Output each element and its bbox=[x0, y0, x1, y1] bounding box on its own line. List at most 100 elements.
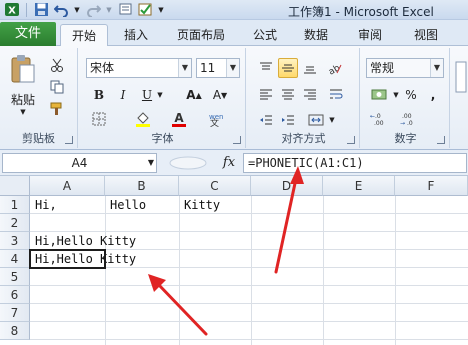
undo-dropdown-icon[interactable]: ▼ bbox=[73, 2, 81, 17]
tab-file[interactable]: 文件 bbox=[0, 22, 56, 46]
gridline bbox=[395, 196, 396, 345]
row-header-4[interactable]: 4 bbox=[0, 250, 30, 268]
chevron-down-icon: ▼ bbox=[226, 59, 239, 77]
formula-bar-resize-handle[interactable] bbox=[168, 156, 208, 170]
italic-button[interactable]: I bbox=[114, 86, 132, 104]
font-name-value: 宋体 bbox=[90, 61, 115, 75]
font-group: 宋体 ▼ 11 ▼ B I U ▼ A ▲ A ▼ A wen 文 字体 bbox=[80, 48, 246, 148]
phonetic-guide-icon[interactable]: wen 文 bbox=[204, 110, 226, 128]
font-color-icon[interactable]: A bbox=[168, 110, 190, 128]
select-all-button[interactable] bbox=[0, 176, 30, 196]
accounting-format-icon[interactable] bbox=[368, 86, 392, 104]
increase-indent-icon[interactable] bbox=[278, 110, 298, 130]
svg-text:.00: .00 bbox=[374, 120, 384, 126]
styles-group bbox=[452, 48, 468, 148]
dialog-launcher-icon[interactable] bbox=[233, 136, 241, 144]
gridline bbox=[30, 213, 468, 214]
font-size-select[interactable]: 11 ▼ bbox=[196, 58, 240, 78]
svg-text:.00: .00 bbox=[402, 113, 412, 120]
borders-icon[interactable] bbox=[88, 110, 110, 128]
row-header-8[interactable]: 8 bbox=[0, 322, 30, 340]
undo-icon[interactable] bbox=[53, 2, 69, 17]
increase-decimal-icon[interactable]: ← .0.00 bbox=[368, 110, 394, 128]
number-group: 常规 ▼ ▼ % , ← .0.00 .00 → .0 数字 bbox=[362, 48, 450, 148]
underline-button[interactable]: U bbox=[138, 86, 156, 104]
active-cell-selection bbox=[29, 249, 106, 269]
tab-review[interactable]: 审阅 bbox=[350, 24, 390, 46]
bold-button[interactable]: B bbox=[90, 86, 108, 104]
paste-button[interactable]: 粘贴 ▼ bbox=[8, 54, 38, 116]
insert-function-button[interactable]: fx bbox=[218, 154, 240, 172]
dialog-launcher-icon[interactable] bbox=[65, 136, 73, 144]
styles-icon[interactable] bbox=[454, 58, 468, 98]
dialog-launcher-icon[interactable] bbox=[347, 136, 355, 144]
chevron-down-icon[interactable]: ▼ bbox=[392, 88, 400, 102]
comma-style-icon[interactable]: , bbox=[424, 86, 442, 104]
fill-color-icon[interactable] bbox=[132, 110, 154, 128]
gridline bbox=[30, 285, 468, 286]
decrease-indent-icon[interactable] bbox=[256, 110, 276, 130]
align-left-icon[interactable] bbox=[256, 84, 276, 104]
increase-font-icon[interactable]: A ▲ bbox=[184, 86, 204, 104]
column-header-b[interactable]: B bbox=[105, 176, 179, 196]
tab-view[interactable]: 视图 bbox=[406, 24, 446, 46]
svg-text:X: X bbox=[8, 6, 16, 17]
customize-toolbar-icon[interactable]: ▼ bbox=[157, 2, 165, 17]
save-icon[interactable] bbox=[33, 2, 49, 17]
merge-center-icon[interactable] bbox=[304, 110, 328, 130]
cell-a3[interactable]: Hi,Hello Kitty bbox=[31, 232, 136, 250]
cell-a1[interactable]: Hi, bbox=[31, 196, 57, 214]
gridline bbox=[30, 321, 468, 322]
row-header-3[interactable]: 3 bbox=[0, 232, 30, 250]
cell-b1[interactable]: Hello bbox=[106, 196, 146, 214]
align-top-icon[interactable] bbox=[256, 58, 276, 78]
worksheet-grid[interactable]: A B C D E F 1 2 3 4 5 6 7 8 Hi, Hello Ki… bbox=[0, 176, 468, 345]
row-header-5[interactable]: 5 bbox=[0, 268, 30, 286]
name-box[interactable]: A4 ▼ bbox=[2, 153, 157, 173]
tab-insert[interactable]: 插入 bbox=[114, 24, 158, 46]
gridline bbox=[30, 303, 468, 304]
print-preview-icon[interactable] bbox=[117, 2, 133, 17]
chevron-down-icon: ▼ bbox=[20, 108, 26, 116]
align-middle-icon[interactable] bbox=[278, 58, 298, 78]
redo-icon[interactable] bbox=[85, 2, 101, 17]
svg-text:ab: ab bbox=[327, 63, 342, 75]
chevron-down-icon[interactable]: ▼ bbox=[156, 88, 164, 102]
row-header-6[interactable]: 6 bbox=[0, 286, 30, 304]
dialog-launcher-icon[interactable] bbox=[437, 136, 445, 144]
align-center-icon[interactable] bbox=[278, 84, 298, 104]
number-format-select[interactable]: 常规 ▼ bbox=[366, 58, 444, 78]
number-format-value: 常规 bbox=[370, 61, 395, 75]
column-header-e[interactable]: E bbox=[323, 176, 395, 196]
decrease-decimal-icon[interactable]: .00 → .0 bbox=[398, 110, 424, 128]
column-header-a[interactable]: A bbox=[30, 176, 105, 196]
column-header-c[interactable]: C bbox=[179, 176, 251, 196]
tab-formulas[interactable]: 公式 bbox=[245, 24, 285, 46]
font-name-select[interactable]: 宋体 ▼ bbox=[86, 58, 192, 78]
orientation-icon[interactable]: ab bbox=[324, 58, 346, 78]
tab-data[interactable]: 数据 bbox=[296, 24, 336, 46]
chevron-down-icon: ▼ bbox=[430, 59, 443, 77]
quick-access-toolbar: X ▼ ▼ ▼ bbox=[4, 2, 165, 17]
column-header-d[interactable]: D bbox=[251, 176, 323, 196]
column-header-f[interactable]: F bbox=[395, 176, 468, 196]
spelling-check-icon[interactable] bbox=[137, 2, 153, 17]
wrap-text-icon[interactable] bbox=[326, 84, 346, 104]
tab-home[interactable]: 开始 bbox=[60, 24, 108, 47]
ribbon-tabs: 文件 开始 插入 页面布局 公式 数据 审阅 视图 bbox=[0, 20, 468, 47]
redo-dropdown-icon[interactable]: ▼ bbox=[105, 2, 113, 17]
row-header-7[interactable]: 7 bbox=[0, 304, 30, 322]
decrease-font-icon[interactable]: A ▼ bbox=[210, 86, 230, 104]
chevron-down-icon[interactable]: ▼ bbox=[328, 114, 336, 126]
format-painter-icon[interactable] bbox=[48, 100, 66, 118]
cell-c1[interactable]: Kitty bbox=[180, 196, 220, 214]
cut-icon[interactable] bbox=[48, 56, 66, 74]
row-header-1[interactable]: 1 bbox=[0, 196, 30, 214]
align-bottom-icon[interactable] bbox=[300, 58, 320, 78]
row-header-2[interactable]: 2 bbox=[0, 214, 30, 232]
align-right-icon[interactable] bbox=[300, 84, 320, 104]
percent-style-button[interactable]: % bbox=[402, 86, 420, 104]
tab-page-layout[interactable]: 页面布局 bbox=[168, 24, 234, 46]
formula-input[interactable]: =PHONETIC(A1:C1) bbox=[243, 153, 467, 173]
copy-icon[interactable] bbox=[48, 78, 66, 96]
